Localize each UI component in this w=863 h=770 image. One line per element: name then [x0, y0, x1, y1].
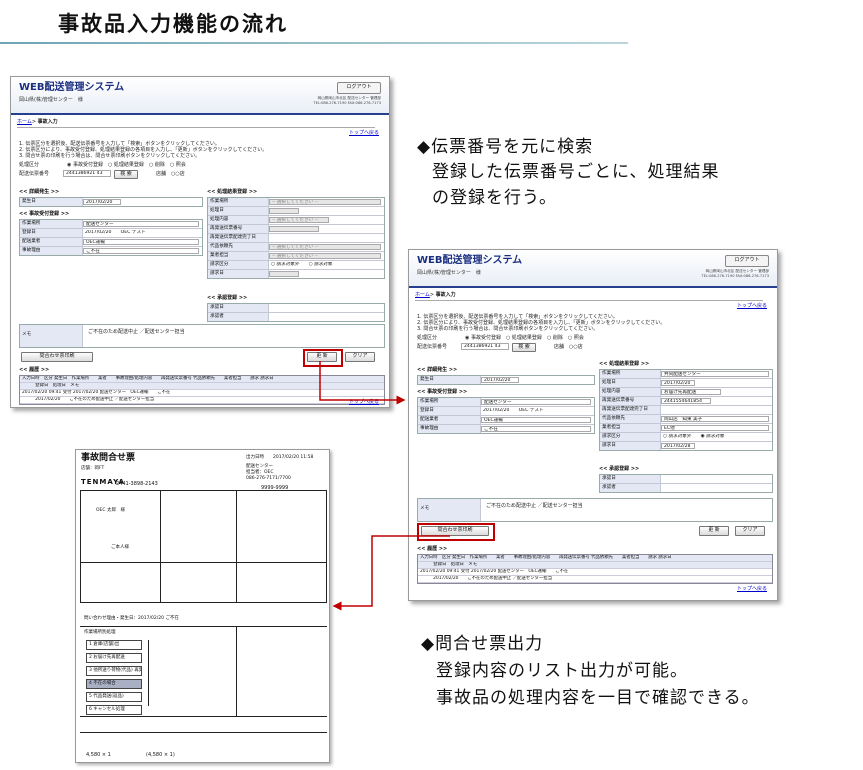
bullet-search-line-1: 登録した伝票番号ごとに、処理結果: [432, 162, 720, 182]
bullet-search-heading: ◆伝票番号を元に検索: [417, 137, 594, 157]
arrow-print-to-form: [332, 535, 450, 611]
arrow-update-to-result: [319, 361, 406, 405]
bullet-search-line-2: の登録を行う。: [432, 188, 557, 208]
bullet-print-heading: ◆問合せ票出力: [421, 634, 544, 654]
bullet-print-line-1: 登録内容のリスト出力が可能。: [436, 661, 688, 681]
bullet-print-line-2: 事故品の処理内容を一目で確認できる。: [436, 688, 760, 708]
